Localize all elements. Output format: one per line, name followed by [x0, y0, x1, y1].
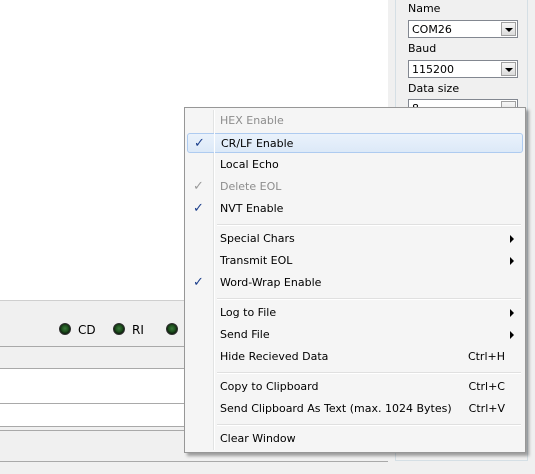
cd-label: CD [78, 323, 96, 337]
menu-item-transmit-eol[interactable]: Transmit EOL [187, 251, 523, 271]
menu-item-clear-window[interactable]: Clear Window [187, 429, 523, 449]
shortcut-label: Ctrl+V [468, 402, 505, 415]
baud-value: 115200 [412, 63, 454, 76]
menu-item-label: Transmit EOL [220, 254, 293, 267]
menu-item-hex-enable[interactable]: HEX Enable [187, 111, 523, 131]
ri-label: RI [132, 323, 144, 337]
checkmark-icon: ✓ [193, 201, 204, 216]
menu-item-label: Copy to Clipboard [220, 380, 319, 393]
datasize-label: Data size [408, 82, 460, 95]
port-name-select[interactable]: COM26 [408, 20, 518, 38]
menu-separator [217, 298, 521, 300]
name-label: Name [408, 2, 441, 15]
menu-item-send-file[interactable]: Send File [187, 325, 523, 345]
menu-item-label: Clear Window [220, 432, 296, 445]
menu-item-label: Word-Wrap Enable [220, 276, 322, 289]
menu-item-delete-eol[interactable]: ✓ Delete EOL [187, 177, 523, 197]
menu-separator [217, 424, 521, 426]
menu-item-copy-clipboard[interactable]: Copy to Clipboard Ctrl+C [187, 377, 523, 397]
submenu-arrow-icon [510, 257, 514, 265]
menu-item-word-wrap[interactable]: ✓ Word-Wrap Enable [187, 273, 523, 293]
port-name-value: COM26 [412, 23, 452, 36]
menu-item-special-chars[interactable]: Special Chars [187, 229, 523, 249]
menu-item-send-clipboard[interactable]: Send Clipboard As Text (max. 1024 Bytes)… [187, 399, 523, 419]
submenu-arrow-icon [510, 331, 514, 339]
menu-item-nvt-enable[interactable]: ✓ NVT Enable [187, 199, 523, 219]
baud-select[interactable]: 115200 [408, 60, 518, 78]
menu-item-label: CR/LF Enable [221, 137, 294, 150]
checkmark-icon: ✓ [194, 136, 205, 151]
shortcut-label: Ctrl+C [468, 380, 505, 393]
menu-item-label: NVT Enable [220, 202, 284, 215]
menu-item-label: Delete EOL [220, 180, 282, 193]
ri-led-icon [113, 323, 125, 335]
menu-item-label: Hide Recieved Data [220, 350, 329, 363]
shortcut-label: Ctrl+H [467, 350, 505, 363]
menu-separator [217, 224, 521, 226]
menu-item-label: HEX Enable [220, 114, 284, 127]
context-menu: HEX Enable ✓ CR/LF Enable Local Echo ✓ D… [184, 107, 526, 453]
menu-item-label: Special Chars [220, 232, 295, 245]
dsr-led-icon [166, 323, 178, 335]
menu-item-hide-received[interactable]: Hide Recieved Data Ctrl+H [187, 347, 523, 367]
menu-item-label: Send File [220, 328, 270, 341]
checkmark-icon: ✓ [193, 179, 204, 194]
cd-led-icon [59, 323, 71, 335]
menu-item-crlf-enable[interactable]: ✓ CR/LF Enable [187, 133, 523, 153]
menu-item-label: Local Echo [220, 158, 279, 171]
checkmark-icon: ✓ [193, 275, 204, 290]
submenu-arrow-icon [510, 309, 514, 317]
submenu-arrow-icon [510, 235, 514, 243]
baud-label: Baud [408, 42, 437, 55]
menu-separator [217, 372, 521, 374]
menu-item-log-to-file[interactable]: Log to File [187, 303, 523, 323]
menu-item-label: Log to File [220, 306, 277, 319]
chevron-down-icon[interactable] [501, 62, 516, 76]
menu-item-local-echo[interactable]: Local Echo [187, 155, 523, 175]
chevron-down-icon[interactable] [501, 22, 516, 36]
menu-item-label: Send Clipboard As Text (max. 1024 Bytes) [220, 402, 452, 415]
